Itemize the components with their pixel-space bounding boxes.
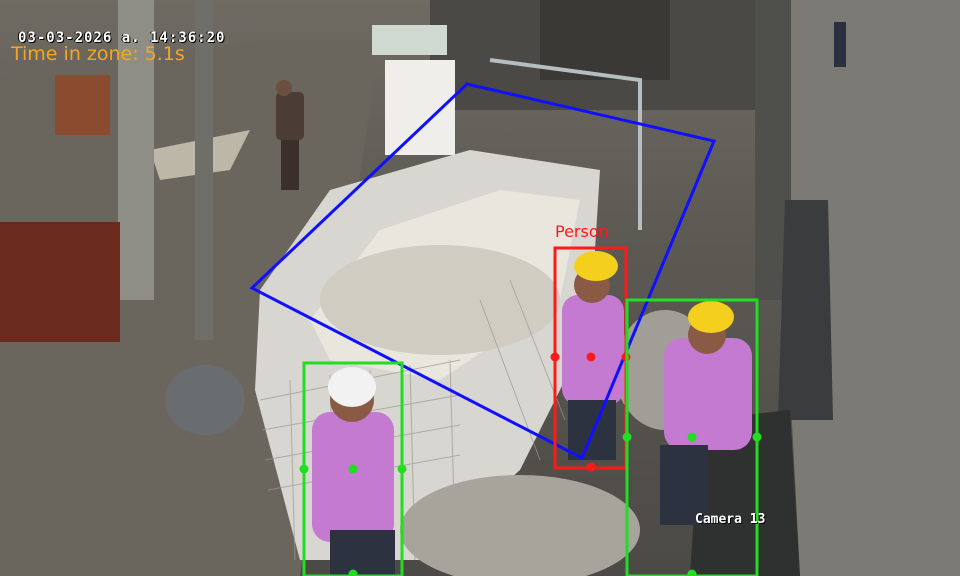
zone-timer-text: Time in zone: 5.1s — [11, 43, 185, 65]
background-person — [276, 92, 304, 140]
factory-scene — [0, 0, 960, 576]
pump — [165, 365, 245, 435]
motor — [372, 25, 447, 55]
crate-stack — [55, 75, 110, 135]
crate-stack — [0, 222, 120, 342]
tank-surface — [320, 245, 560, 355]
background-person — [281, 140, 299, 190]
camera-feed: 03-03-2026 a. 14:36:20 Time in zone: 5.1… — [0, 0, 960, 576]
background-person — [834, 22, 846, 67]
hopper — [385, 60, 455, 155]
detection-label: Person — [555, 222, 609, 241]
camera-label: Camera 13 — [695, 512, 766, 527]
background-person — [276, 80, 292, 96]
drain-grate — [778, 200, 833, 420]
pillar — [195, 0, 213, 340]
